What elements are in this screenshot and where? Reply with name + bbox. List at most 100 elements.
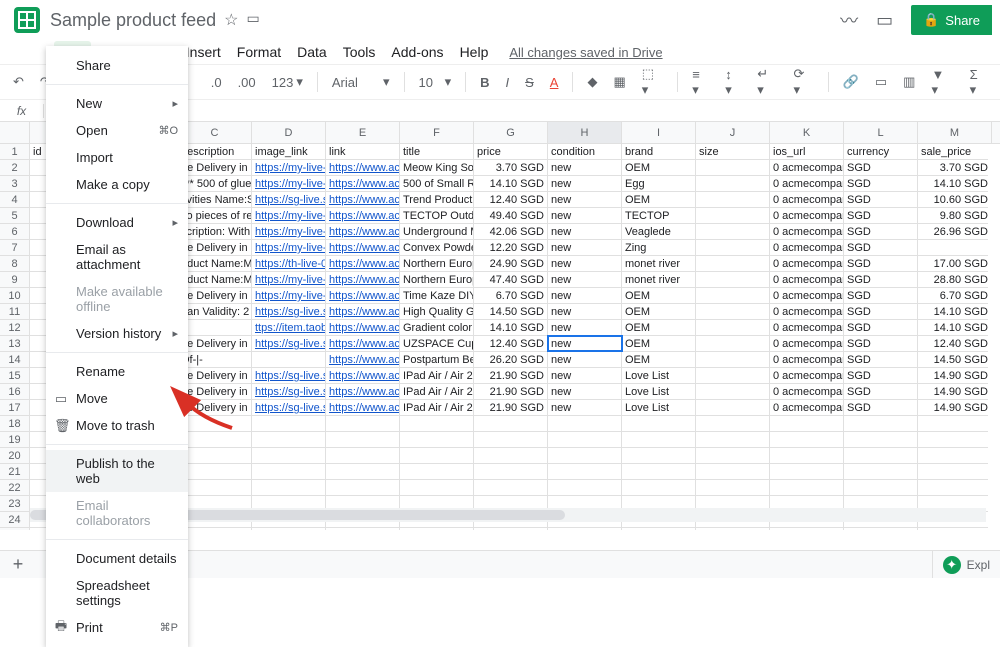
cell[interactable]: 10.60 SGD: [918, 192, 992, 207]
cell[interactable]: new: [548, 384, 622, 399]
cell[interactable]: new: [548, 240, 622, 255]
cell[interactable]: new: [548, 304, 622, 319]
cell[interactable]: new: [548, 208, 622, 223]
cell[interactable]: https://www.acme: [326, 240, 400, 255]
cell[interactable]: TECTOP: [622, 208, 696, 223]
cell[interactable]: https://my-live-02: [252, 208, 326, 223]
row-header[interactable]: 7: [0, 240, 30, 255]
cell[interactable]: 14.90 SGD: [918, 368, 992, 383]
cell[interactable]: [178, 480, 252, 495]
cell[interactable]: Zing: [622, 240, 696, 255]
cell[interactable]: uan Validity: 2: [178, 304, 252, 319]
cell[interactable]: [252, 480, 326, 495]
cell[interactable]: [326, 448, 400, 463]
cell[interactable]: [474, 448, 548, 463]
cell[interactable]: IPad Air / Air 2 / I: [400, 400, 474, 415]
cell[interactable]: [696, 432, 770, 447]
cell[interactable]: [770, 448, 844, 463]
cell[interactable]: new: [548, 256, 622, 271]
explore-button[interactable]: ✦Expl: [932, 551, 1000, 578]
cell[interactable]: 0 acmecompany://: [770, 352, 844, 367]
cell[interactable]: new: [548, 224, 622, 239]
cell[interactable]: [252, 448, 326, 463]
cell[interactable]: description: [178, 144, 252, 159]
cell[interactable]: vo pieces of re: [178, 208, 252, 223]
col-K[interactable]: K: [770, 122, 844, 143]
cell[interactable]: SGD: [844, 304, 918, 319]
cell[interactable]: 12.20 SGD: [474, 240, 548, 255]
cell[interactable]: new: [548, 320, 622, 335]
col-J[interactable]: J: [696, 122, 770, 143]
col-I[interactable]: I: [622, 122, 696, 143]
cell[interactable]: [696, 192, 770, 207]
cell[interactable]: [252, 528, 326, 530]
cell[interactable]: [474, 432, 548, 447]
cell[interactable]: ee Delivery in :: [178, 336, 252, 351]
cell[interactable]: image_link: [252, 144, 326, 159]
cell[interactable]: [696, 224, 770, 239]
cell[interactable]: [918, 432, 992, 447]
cell[interactable]: 0 acmecompany://: [770, 304, 844, 319]
cell[interactable]: 49.40 SGD: [474, 208, 548, 223]
cell[interactable]: SGD: [844, 272, 918, 287]
cell[interactable]: [696, 352, 770, 367]
cell[interactable]: Northern Europe: [400, 256, 474, 271]
cell[interactable]: 14.10 SGD: [918, 320, 992, 335]
cell[interactable]: SGD: [844, 288, 918, 303]
cell[interactable]: Love List: [622, 400, 696, 415]
menu-data[interactable]: Data: [290, 41, 334, 63]
cell[interactable]: *** 500 of glue: [178, 176, 252, 191]
cell[interactable]: [696, 240, 770, 255]
cell[interactable]: https://my-live-02: [252, 160, 326, 175]
cell[interactable]: [918, 480, 992, 495]
cell[interactable]: [326, 432, 400, 447]
cell[interactable]: SGD: [844, 352, 918, 367]
row-header[interactable]: 16: [0, 384, 30, 399]
cell[interactable]: Of-|-: [178, 352, 252, 367]
cell[interactable]: IPad Air / Air 2 / I: [400, 368, 474, 383]
link-button[interactable]: 🔗: [838, 70, 864, 94]
cell[interactable]: [696, 528, 770, 530]
row-header[interactable]: 12: [0, 320, 30, 335]
col-E[interactable]: E: [326, 122, 400, 143]
cell[interactable]: SGD: [844, 192, 918, 207]
cell[interactable]: [696, 304, 770, 319]
cell[interactable]: [696, 368, 770, 383]
row-header[interactable]: 3: [0, 176, 30, 191]
cell[interactable]: [696, 256, 770, 271]
cell[interactable]: [252, 352, 326, 367]
cell[interactable]: oduct Name:M: [178, 256, 252, 271]
star-icon[interactable]: ☆: [224, 10, 238, 30]
cell[interactable]: 14.50 SGD: [918, 352, 992, 367]
cell[interactable]: [252, 432, 326, 447]
row-header[interactable]: 20: [0, 448, 30, 463]
cell[interactable]: 14.90 SGD: [918, 400, 992, 415]
cell[interactable]: [326, 416, 400, 431]
cell[interactable]: 6.70 SGD: [918, 288, 992, 303]
decimal-increase[interactable]: .00: [233, 71, 261, 94]
cell[interactable]: https://www.acme: [326, 176, 400, 191]
cell[interactable]: OEM: [622, 320, 696, 335]
cell[interactable]: 14.10 SGD: [918, 304, 992, 319]
cell[interactable]: new: [548, 272, 622, 287]
cell[interactable]: Trend Product A: [400, 192, 474, 207]
cell[interactable]: SGD: [844, 208, 918, 223]
cell[interactable]: https://sg-live.sla: [252, 192, 326, 207]
cell[interactable]: 28.80 SGD: [918, 272, 992, 287]
row-header[interactable]: 21: [0, 464, 30, 479]
file-publish[interactable]: Publish to the web: [46, 450, 188, 492]
changes-saved[interactable]: All changes saved in Drive: [509, 45, 662, 60]
cell[interactable]: [696, 384, 770, 399]
menu-addons[interactable]: Add-ons: [384, 41, 450, 63]
menu-tools[interactable]: Tools: [336, 41, 383, 63]
cell[interactable]: OEM: [622, 352, 696, 367]
share-button[interactable]: 🔒 Share: [911, 5, 992, 35]
row-header[interactable]: 18: [0, 416, 30, 431]
cell[interactable]: 0 acmecompany://: [770, 288, 844, 303]
rotate-button[interactable]: ⟳ ▾: [789, 62, 819, 102]
cell[interactable]: [474, 416, 548, 431]
font-size[interactable]: 10▾: [413, 70, 456, 94]
cell[interactable]: SGD: [844, 224, 918, 239]
cell[interactable]: Postpartum Belly: [400, 352, 474, 367]
cell[interactable]: [622, 448, 696, 463]
